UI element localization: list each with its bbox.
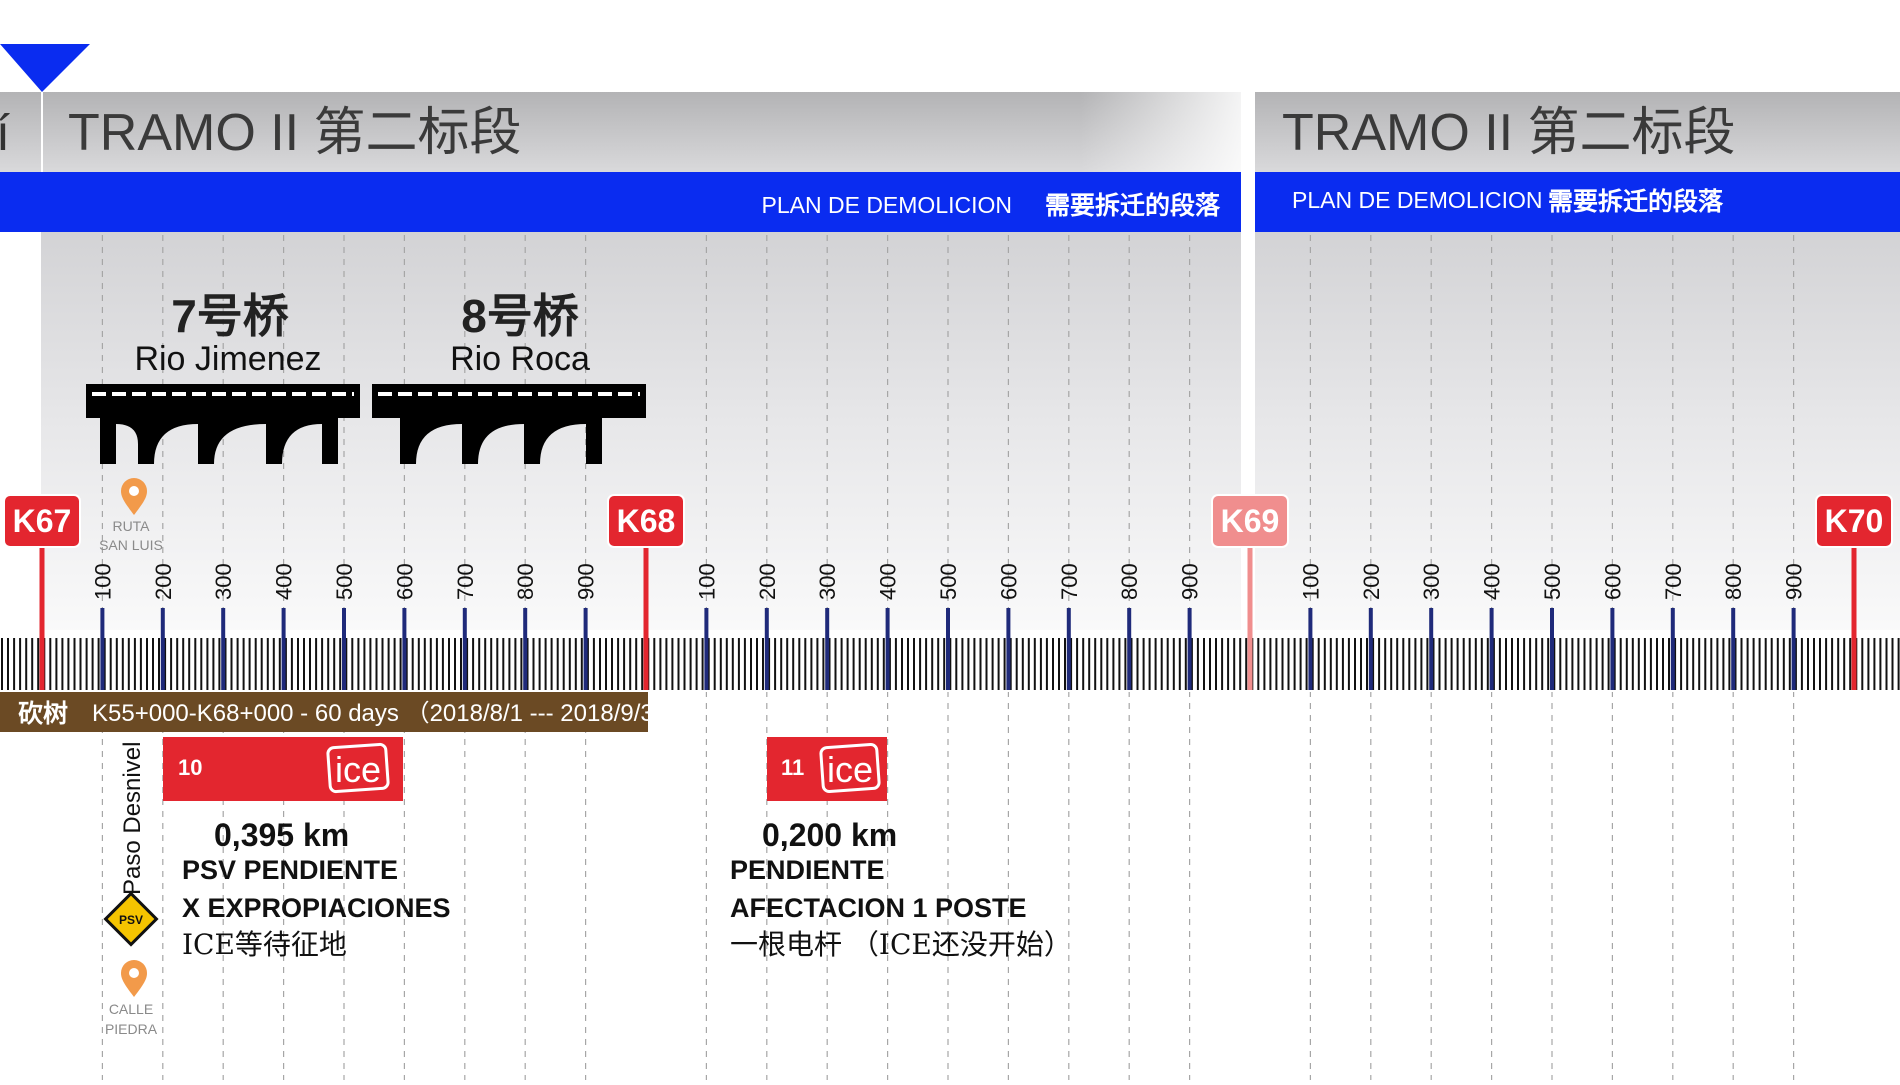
position-pointer-icon [0, 44, 90, 92]
scale-label: 300 [815, 563, 840, 600]
section-1-banner-es: PLAN DE DEMOLICION [762, 192, 1013, 218]
ice-item-11-number: 11 [781, 755, 804, 780]
scale-label: 800 [513, 563, 538, 600]
ice-item-10-logo: ice [335, 749, 381, 790]
ice-item-10-number: 10 [178, 755, 202, 780]
scale-label: 100 [694, 563, 719, 600]
location-pin-icon [121, 960, 147, 997]
scale-label: 500 [936, 563, 961, 600]
bridge-8-name: Rio Roca [450, 340, 590, 378]
section-1-title: TRAMO II 第二标段 [68, 104, 522, 162]
tree-cutting-label: 砍树 [18, 700, 68, 728]
scale-label: 800 [1117, 563, 1142, 600]
scale-label: 600 [392, 563, 417, 600]
ice-item-10-line1: PSV PENDIENTE [182, 855, 398, 885]
psv-label: Paso Desnivel [119, 742, 146, 895]
demolition-plan-diagram: í TRAMO II 第二标段 TRAMO II 第二标段 PLAN DE DE… [0, 0, 1900, 1080]
ice-item-11-line1: PENDIENTE [730, 855, 885, 885]
scale-label: 900 [574, 563, 599, 600]
ice-item-11: 11 ice 0,200 km PENDIENTE AFECTACION 1 P… [730, 737, 1072, 961]
scale-label: 200 [151, 563, 176, 600]
place-marker-2-line1: CALLE [109, 1001, 153, 1017]
psv-badge: PSV [119, 913, 143, 927]
scale-label: 200 [1359, 563, 1384, 600]
scale-label: 700 [453, 563, 478, 600]
km-label: K67 [13, 503, 72, 539]
scale-label: 500 [332, 563, 357, 600]
scale-label: 500 [1540, 563, 1565, 600]
bridge-8-number: 8号桥 [461, 290, 579, 342]
scale-label: 300 [1419, 563, 1444, 600]
bridge-7-number: 7号桥 [171, 290, 289, 342]
scale-label: 300 [211, 563, 236, 600]
scale-label: 100 [90, 563, 115, 600]
header-left-fragment: í [0, 105, 10, 161]
scale-label: 800 [1721, 563, 1746, 600]
km-label: K70 [1825, 503, 1884, 539]
scale-label: 400 [876, 563, 901, 600]
scale-label: 700 [1661, 563, 1686, 600]
place-marker-2-line2: PIEDRA [105, 1021, 158, 1037]
place-marker-1-line2: SAN LUIS [99, 537, 163, 553]
place-marker-calle-piedra: CALLE PIEDRA [105, 960, 158, 1037]
scale-label: 400 [272, 563, 297, 600]
psv-sign: PSV [103, 891, 159, 947]
scale-label: 100 [1298, 563, 1323, 600]
scale-label: 900 [1178, 563, 1203, 600]
section-2-title: TRAMO II 第二标段 [1282, 104, 1736, 162]
ice-item-11-distance: 0,200 km [762, 817, 897, 853]
place-marker-1-line1: RUTA [112, 518, 150, 534]
ice-item-10-distance: 0,395 km [214, 817, 349, 853]
ice-item-11-line2: AFECTACION 1 POSTE [730, 893, 1027, 923]
scale-label: 600 [996, 563, 1021, 600]
scale-label: 600 [1600, 563, 1625, 600]
ice-item-11-logo: ice [827, 749, 873, 790]
ice-item-10-note: ICE等待征地 [182, 928, 347, 961]
tree-cutting-text: K55+000-K68+000 - 60 days （2018/8/1 --- … [92, 700, 691, 727]
diagram-canvas: í TRAMO II 第二标段 TRAMO II 第二标段 PLAN DE DE… [0, 44, 1900, 1080]
scale-label: 700 [1057, 563, 1082, 600]
ice-item-10: 10 ice 0,395 km PSV PENDIENTE X EXPROPIA… [163, 737, 451, 961]
km-label: K69 [1221, 503, 1280, 539]
scale-label: 400 [1480, 563, 1505, 600]
km-label: K68 [617, 503, 676, 539]
section-1-banner-zh: 需要拆迁的段落 [1045, 191, 1221, 220]
section-2-banner-zh: 需要拆迁的段落 [1548, 187, 1724, 216]
section-2-banner-es: PLAN DE DEMOLICION [1292, 187, 1543, 213]
bridge-7-name: Rio Jimenez [134, 340, 321, 378]
scale-label: 200 [755, 563, 780, 600]
ice-item-10-line2: X EXPROPIACIONES [182, 893, 451, 923]
scale-labels: 100 200 300 400 500 600 700 800 900 100 200 300 400 5… [90, 563, 1806, 600]
ice-item-11-note: 一根电杆 （ICE还没开始） [730, 928, 1072, 961]
scale-label: 900 [1782, 563, 1807, 600]
